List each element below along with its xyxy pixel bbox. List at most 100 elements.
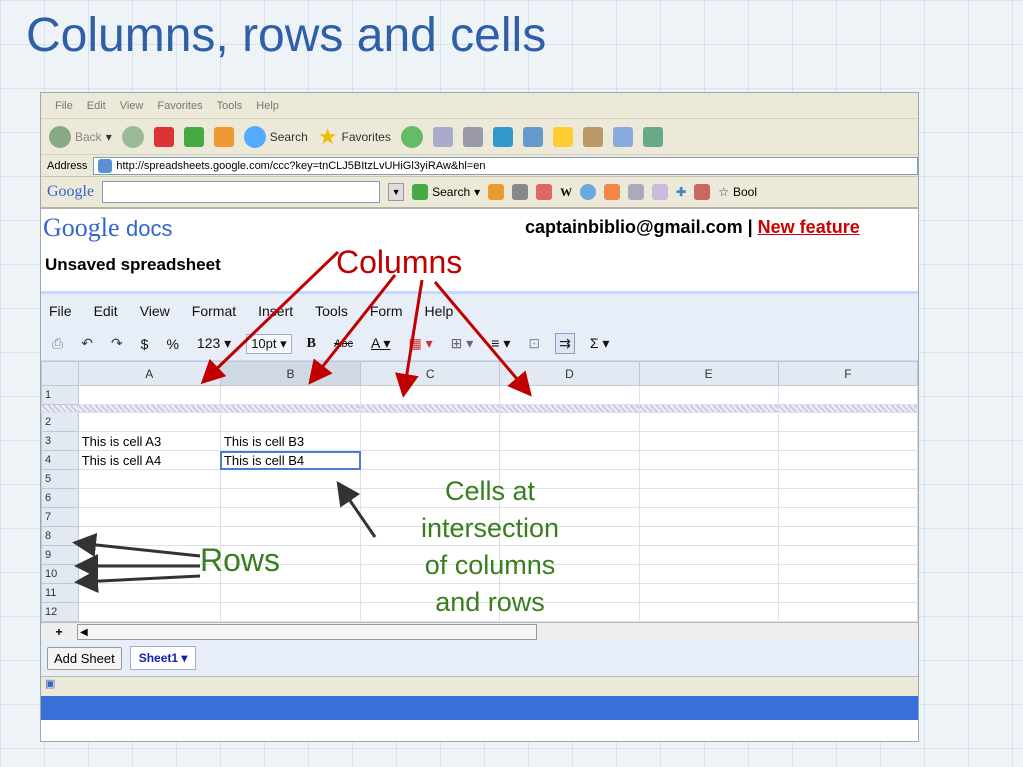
ie-menu-favorites[interactable]: Favorites: [157, 100, 202, 112]
ie-menu-file[interactable]: File: [55, 100, 73, 112]
cell-a11[interactable]: [77, 583, 221, 603]
freeze-bar-cell[interactable]: [77, 404, 221, 413]
cell-f10[interactable]: [777, 564, 918, 584]
mail-icon[interactable]: [432, 126, 453, 147]
horizontal-scrollbar[interactable]: ◀: [77, 623, 537, 640]
cell-f5[interactable]: [777, 469, 918, 489]
cell-d4[interactable]: [499, 450, 640, 470]
chevron-down-icon[interactable]: ▼: [388, 183, 405, 201]
cell-a4[interactable]: This is cell A4: [77, 450, 221, 470]
column-header-b[interactable]: B: [219, 361, 362, 386]
ie-menu-view[interactable]: View: [120, 100, 144, 112]
cell-b2[interactable]: [219, 412, 362, 432]
font-size-select[interactable]: 10pt ▾: [246, 333, 292, 354]
cell-a6[interactable]: [77, 488, 221, 508]
scroll-left-icon[interactable]: ◀: [80, 627, 88, 638]
forward-icon[interactable]: [121, 125, 144, 148]
column-header-e[interactable]: E: [638, 361, 779, 386]
cell-a12[interactable]: [77, 602, 221, 622]
research-icon[interactable]: [582, 126, 603, 147]
menu-form[interactable]: Form: [370, 303, 403, 319]
cell-c1[interactable]: [360, 385, 501, 405]
add-button-icon[interactable]: ✚: [676, 185, 686, 199]
cell-e6[interactable]: [638, 488, 779, 508]
borders-icon[interactable]: ⊞ ▾: [448, 334, 477, 353]
users-icon[interactable]: [642, 126, 663, 147]
sheet-tab[interactable]: Sheet1 ▾: [129, 646, 197, 670]
news-icon[interactable]: [512, 184, 529, 200]
freeze-bar-cell[interactable]: [219, 404, 362, 413]
cell-e12[interactable]: [638, 602, 779, 622]
search-button[interactable]: Search: [243, 125, 308, 148]
popup-blocker-icon[interactable]: [536, 184, 553, 200]
number-format-button[interactable]: 123 ▾: [194, 334, 234, 353]
address-input[interactable]: http://spreadsheets.google.com/ccc?key=t…: [93, 156, 918, 175]
blog-icon[interactable]: [604, 184, 621, 200]
menu-edit[interactable]: Edit: [94, 303, 118, 319]
background-color-icon[interactable]: ▦ ▾: [405, 334, 435, 353]
cell-a1[interactable]: [77, 385, 221, 405]
cell-f2[interactable]: [777, 412, 918, 432]
cell-c2[interactable]: [360, 412, 501, 432]
edit-icon[interactable]: [522, 126, 543, 147]
menu-insert[interactable]: Insert: [258, 303, 293, 319]
wrap-text-icon[interactable]: ⇉: [555, 333, 575, 354]
cell-e5[interactable]: [638, 469, 779, 489]
freeze-bar-cell[interactable]: [41, 404, 79, 413]
align-icon[interactable]: ≡ ▾: [488, 334, 513, 353]
cell-f4[interactable]: [777, 450, 918, 470]
cell-e11[interactable]: [638, 583, 779, 603]
cell-f1[interactable]: [777, 385, 918, 405]
google-search-button[interactable]: Search ▾: [412, 184, 480, 200]
cell-b3[interactable]: This is cell B3: [219, 431, 362, 451]
cell-f9[interactable]: [777, 545, 918, 565]
cell-f6[interactable]: [777, 488, 918, 508]
row-header[interactable]: 12: [41, 602, 79, 622]
cell-f11[interactable]: [777, 583, 918, 603]
folder-icon[interactable]: [552, 126, 573, 147]
cell-b1[interactable]: [219, 385, 362, 405]
ie-menu-edit[interactable]: Edit: [87, 100, 106, 112]
cell-e3[interactable]: [638, 431, 779, 451]
print-icon[interactable]: ⎙: [49, 334, 66, 353]
cell-b11[interactable]: [219, 583, 362, 603]
strikethrough-button[interactable]: Abc: [331, 337, 356, 351]
print-icon[interactable]: [462, 126, 483, 147]
send-icon[interactable]: [694, 184, 711, 200]
freeze-bar[interactable]: [41, 404, 918, 413]
history-icon[interactable]: [400, 125, 423, 148]
cell-e8[interactable]: [638, 526, 779, 546]
bookmark-icon[interactable]: [652, 184, 669, 200]
column-header-d[interactable]: D: [499, 361, 640, 386]
add-rows-button[interactable]: +: [41, 625, 77, 639]
google-search-input[interactable]: [102, 181, 381, 203]
cell-e2[interactable]: [638, 412, 779, 432]
freeze-bar-cell[interactable]: [360, 404, 501, 413]
cell-e1[interactable]: [638, 385, 779, 405]
row-header[interactable]: 6: [41, 488, 79, 508]
cell-f7[interactable]: [777, 507, 918, 527]
cell-c4[interactable]: [360, 450, 501, 470]
row-header[interactable]: 10: [41, 564, 79, 584]
ie-menu-help[interactable]: Help: [256, 100, 279, 112]
globe-icon[interactable]: [580, 184, 597, 200]
sum-button[interactable]: Σ ▾: [587, 334, 613, 353]
skype-icon[interactable]: [492, 126, 513, 147]
cell-d3[interactable]: [499, 431, 640, 451]
column-header-f[interactable]: F: [777, 361, 918, 386]
document-title[interactable]: Unsaved spreadsheet: [45, 255, 221, 275]
cell-f3[interactable]: [777, 431, 918, 451]
column-header-c[interactable]: C: [360, 361, 501, 386]
bold-button[interactable]: B: [304, 335, 319, 353]
row-header[interactable]: 3: [41, 431, 79, 451]
stop-icon[interactable]: [153, 126, 174, 147]
redo-icon[interactable]: ↷: [108, 334, 126, 353]
favorites-button[interactable]: ★ Favorites: [318, 124, 391, 150]
cell-d1[interactable]: [499, 385, 640, 405]
menu-view[interactable]: View: [140, 303, 170, 319]
cell-a7[interactable]: [77, 507, 221, 527]
row-header[interactable]: 8: [41, 526, 79, 546]
messenger-icon[interactable]: [612, 126, 633, 147]
percent-button[interactable]: %: [163, 335, 181, 353]
menu-tools[interactable]: Tools: [315, 303, 348, 319]
